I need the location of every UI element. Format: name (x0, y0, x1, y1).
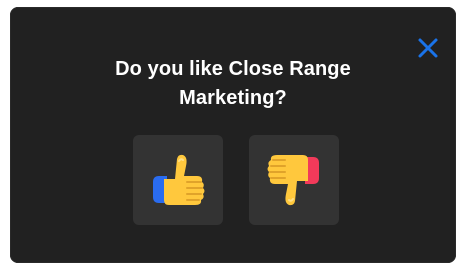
thumbs-up-icon (153, 154, 205, 205)
feedback-dialog: Do you like Close Range Marketing? (10, 7, 456, 263)
thumbs-down-icon (267, 155, 319, 206)
thumbs-up-button[interactable] (133, 135, 223, 225)
dialog-title-line-1: Do you like Close Range (115, 58, 351, 80)
dialog-title-line-2: Marketing? (179, 87, 287, 109)
thumbs-down-button[interactable] (249, 135, 339, 225)
dialog-border (10, 7, 456, 263)
dialog-title: Do you like Close Range Marketing? (10, 55, 456, 113)
